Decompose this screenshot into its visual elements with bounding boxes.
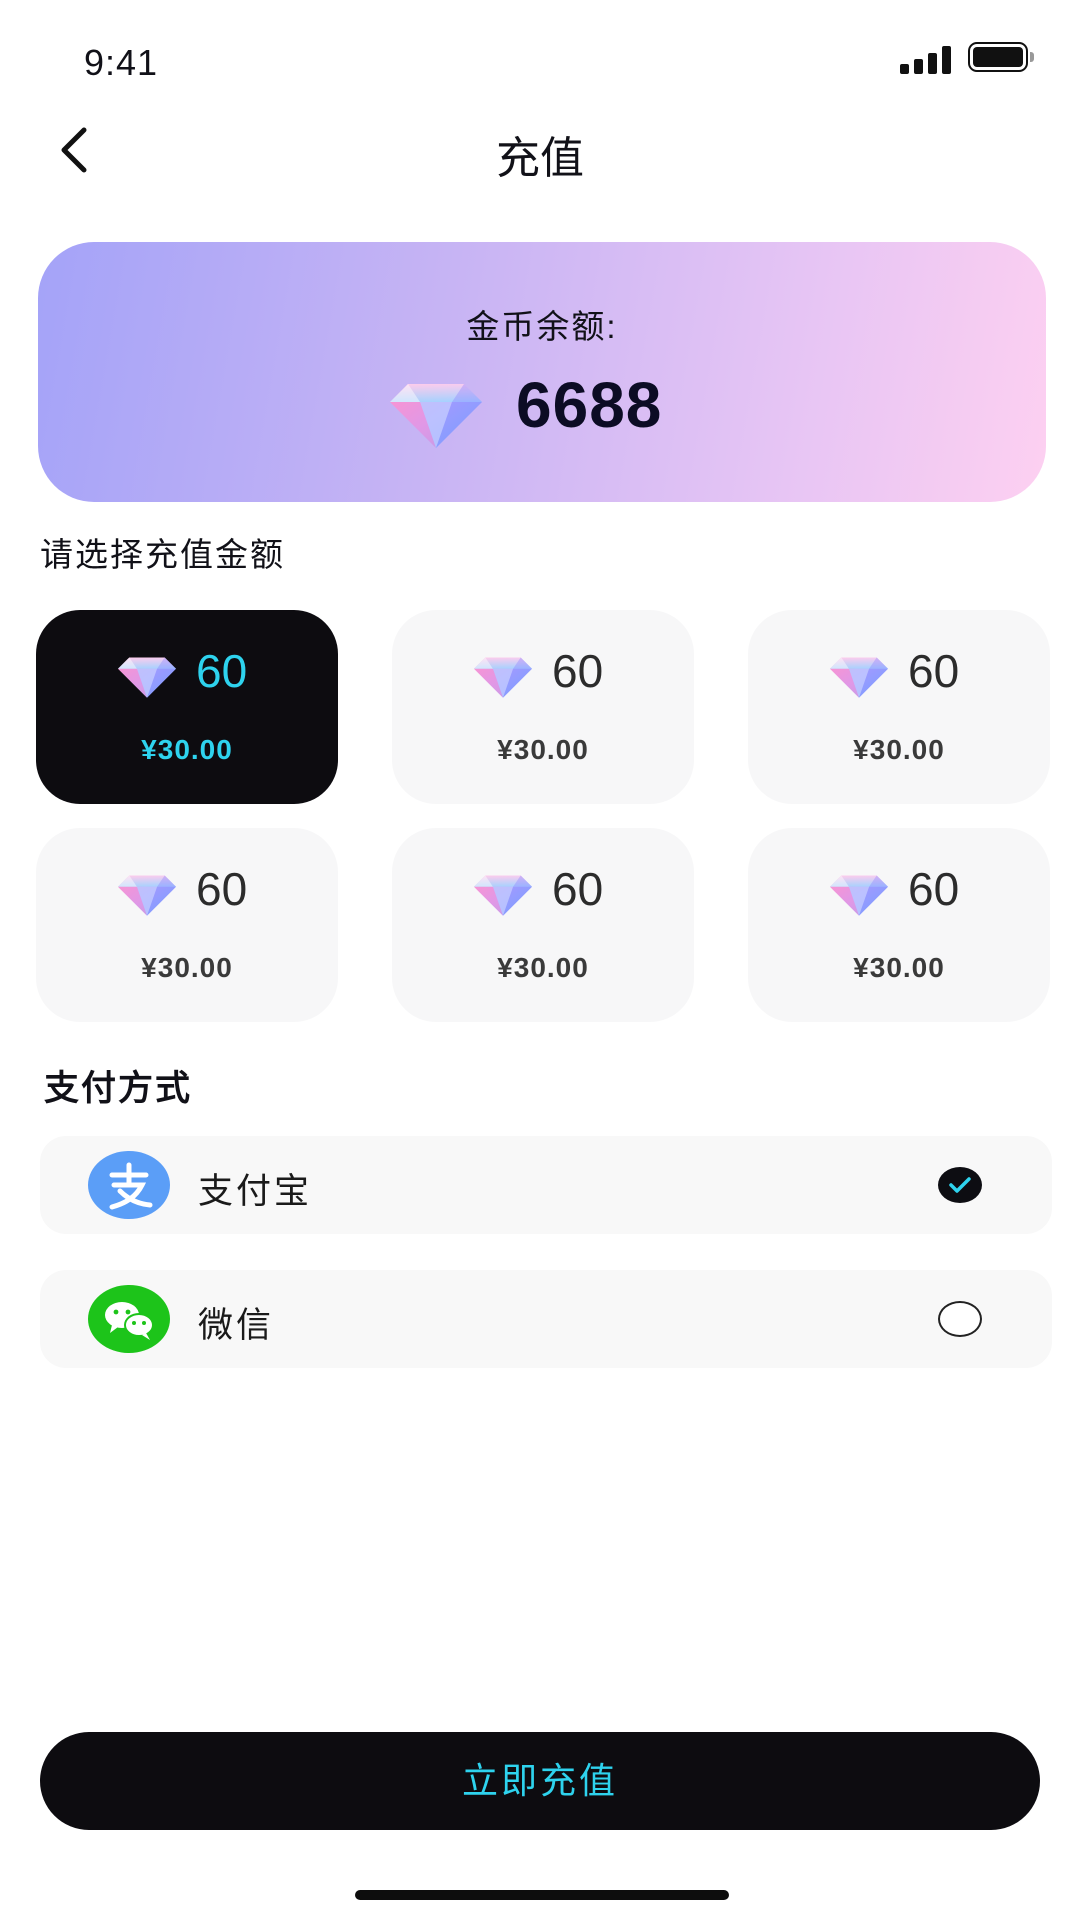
balance-value: 6688: [516, 369, 663, 441]
status-time: 9:41: [84, 42, 159, 83]
package-quantity: 60: [908, 645, 960, 697]
payment-method-heading: 支付方式: [44, 1069, 193, 1108]
recharge-now-button[interactable]: 立即充值: [40, 1732, 1040, 1830]
payment-option-label: 支付宝: [198, 1172, 313, 1211]
radio-unchecked-icon[interactable]: [938, 1301, 982, 1337]
diamond-icon: [390, 382, 482, 448]
package-price: ¥30.00: [141, 734, 233, 765]
package-quantity: 60: [908, 863, 960, 915]
amount-section-heading: 请选择充值金额: [40, 536, 285, 573]
signal-icon: [900, 46, 952, 74]
package-price: ¥30.00: [497, 734, 589, 765]
package-card[interactable]: 60 ¥30.00: [392, 610, 694, 804]
package-price: ¥30.00: [853, 952, 945, 983]
home-indicator: [355, 1890, 729, 1900]
diamond-icon: [830, 874, 888, 916]
balance-label: 金币余额:: [466, 308, 618, 345]
package-card[interactable]: 60 ¥30.00: [36, 610, 338, 804]
package-price: ¥30.00: [141, 952, 233, 983]
package-price: ¥30.00: [497, 952, 589, 983]
page-title: 充值: [496, 134, 584, 183]
package-quantity: 60: [196, 863, 248, 915]
battery-icon: [968, 42, 1034, 74]
diamond-icon: [474, 874, 532, 916]
alipay-icon: [88, 1151, 170, 1219]
balance-card: 金币余额: 6688: [38, 242, 1046, 502]
payment-option-alipay[interactable]: 支付宝: [40, 1136, 1052, 1234]
diamond-icon: [830, 656, 888, 698]
package-quantity: 60: [196, 645, 248, 697]
payment-option-label: 微信: [198, 1306, 275, 1345]
package-card[interactable]: 60 ¥30.00: [748, 828, 1050, 1022]
diamond-icon: [474, 656, 532, 698]
package-card[interactable]: 60 ¥30.00: [36, 828, 338, 1022]
diamond-icon: [118, 874, 176, 916]
package-price: ¥30.00: [853, 734, 945, 765]
payment-option-wechat[interactable]: 微信: [40, 1270, 1052, 1368]
wechat-icon: [88, 1285, 170, 1353]
package-quantity: 60: [552, 863, 604, 915]
package-card[interactable]: 60 ¥30.00: [748, 610, 1050, 804]
diamond-icon: [118, 656, 176, 698]
package-quantity: 60: [552, 645, 604, 697]
package-card[interactable]: 60 ¥30.00: [392, 828, 694, 1022]
radio-checked-icon[interactable]: [938, 1167, 982, 1203]
